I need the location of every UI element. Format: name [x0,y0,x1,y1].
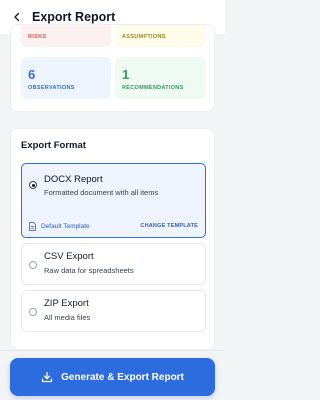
observations-label: OBSERVATIONS [28,85,75,91]
recommendations-label: RECOMMENDATIONS [122,85,184,91]
section-title: Export Format [21,140,86,151]
option-csv[interactable]: CSV Export Raw data for spreadsheets [21,243,206,285]
radio-zip[interactable] [29,308,37,316]
recommendations-count: 1 [122,67,130,82]
change-template-button[interactable]: CHANGE TEMPLATE [140,223,198,229]
page-title: Export Report [32,10,116,24]
recommendations-stat: 1 RECOMMENDATIONS [115,57,206,99]
option-description: Raw data for spreadsheets [44,266,134,275]
assumptions-label: ASSUMPTIONS [122,34,166,40]
option-description: All media files [44,313,91,322]
export-format-card: Export Format DOCX Report Formatted docu… [10,128,215,350]
option-name: ZIP Export [44,298,89,309]
radio-docx[interactable] [29,181,37,189]
observations-stat: 6 OBSERVATIONS [21,57,111,99]
risks-label: RISKS [28,34,47,40]
chevron-left-icon [14,12,20,22]
option-name: CSV Export [44,251,94,262]
option-name: DOCX Report [44,174,103,185]
option-description: Formatted document with all items [44,188,159,197]
radio-csv[interactable] [29,261,37,269]
download-icon [41,371,53,383]
template-row: Default Template CHANGE TEMPLATE [29,221,198,231]
option-docx[interactable]: DOCX Report Formatted document with all … [21,163,206,238]
assumptions-stat: ASSUMPTIONS [115,25,206,47]
risks-stat: RISKS [21,25,111,47]
observations-count: 6 [28,67,36,82]
generate-export-button[interactable]: Generate & Export Report [10,358,215,396]
template-name: Default Template [41,222,90,230]
option-zip[interactable]: ZIP Export All media files [21,290,206,332]
summary-stats-card: RISKS ASSUMPTIONS 6 OBSERVATIONS 1 RECOM… [10,24,215,112]
generate-export-label: Generate & Export Report [61,371,184,383]
document-icon [29,221,37,231]
